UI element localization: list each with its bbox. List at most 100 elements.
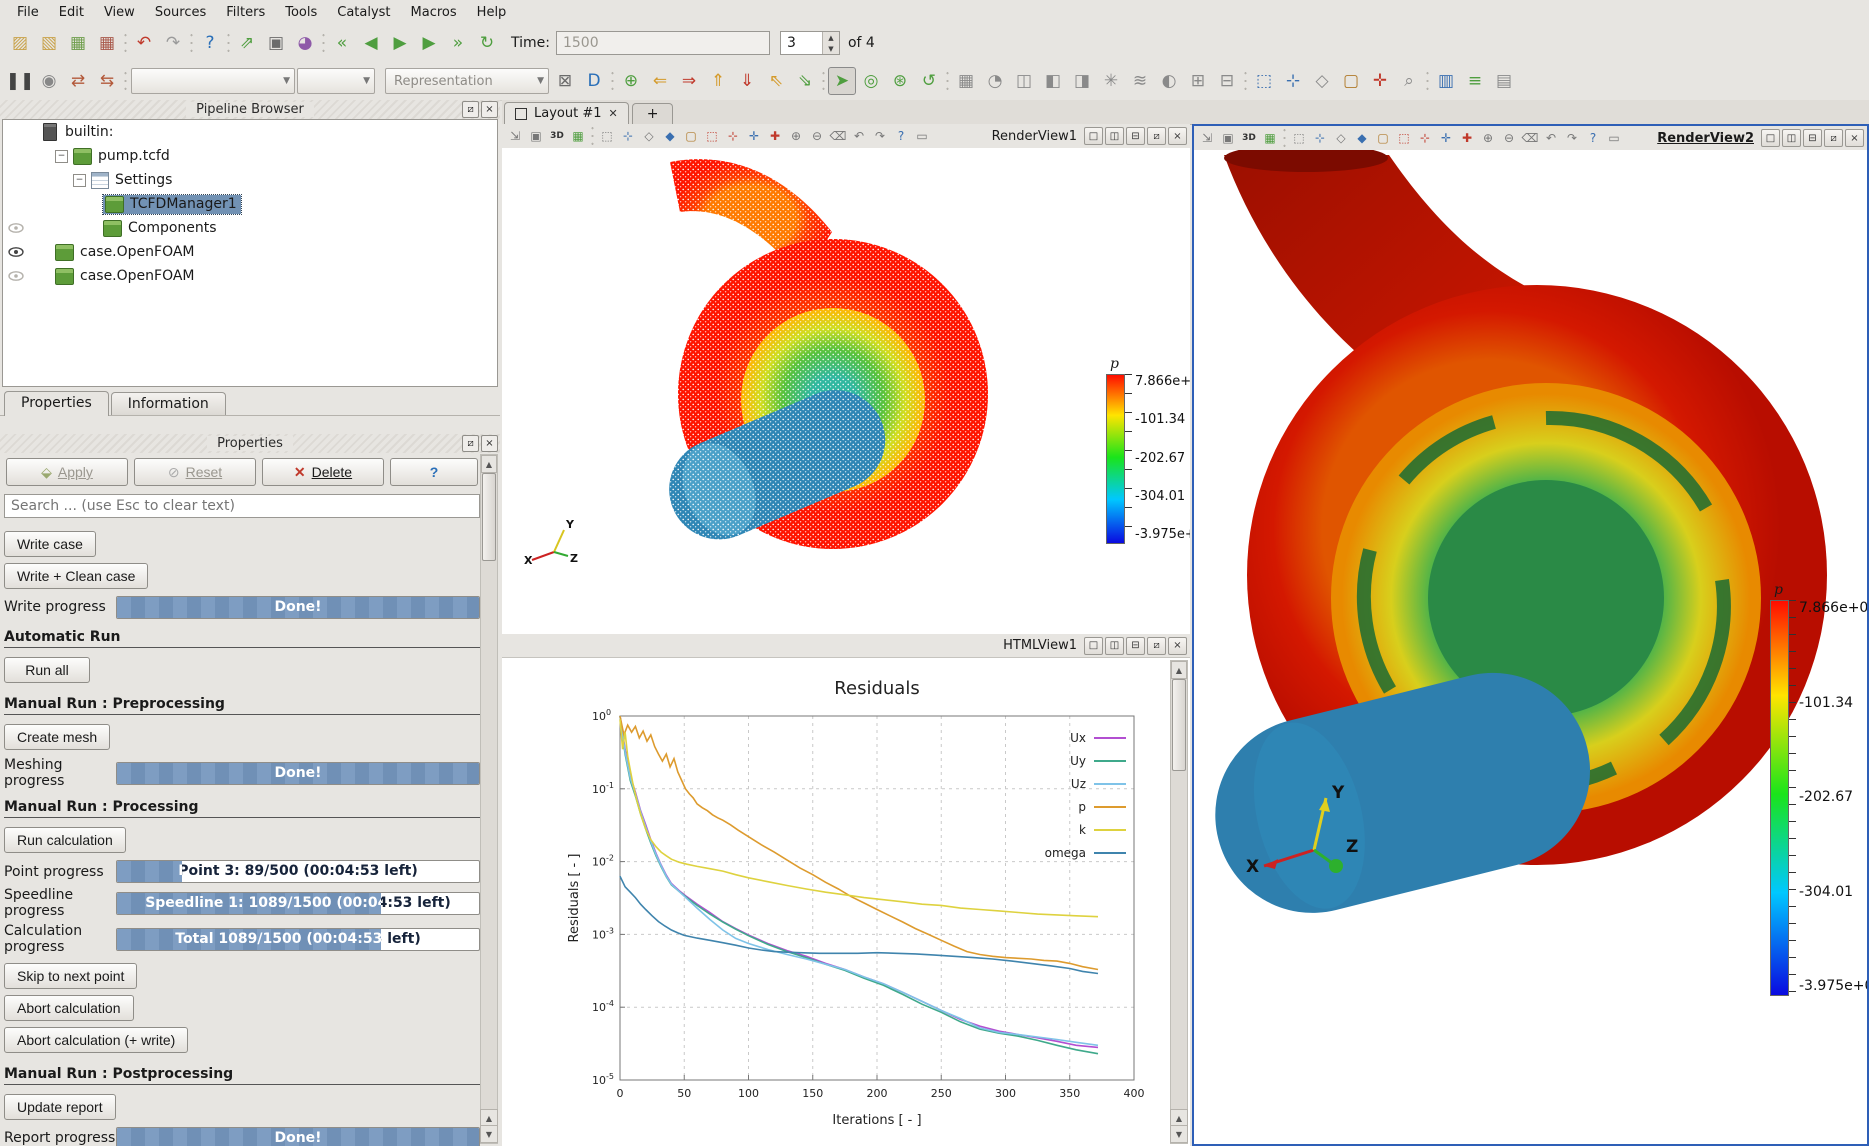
scrollbar-thumb[interactable] — [482, 473, 496, 561]
frame-spinbox[interactable]: 3 ▲▼ — [780, 31, 840, 55]
extract-icon[interactable]: ⊟ — [1213, 67, 1241, 95]
properties-scrollbar[interactable]: ▲ ▲ ▼ — [480, 454, 498, 1144]
connect-icon[interactable]: ◉ — [35, 67, 63, 95]
question-icon[interactable]: ? — [891, 126, 911, 146]
show-center-icon[interactable]: ⊛ — [886, 67, 914, 95]
delete-button[interactable]: ✕Delete — [262, 458, 384, 486]
pipeline-browser-titlebar[interactable]: Pipeline Browser ⧄ × — [0, 100, 500, 119]
write-clean-case-button[interactable]: Write + Clean case — [4, 563, 148, 589]
export-scene-icon[interactable]: ⇲ — [505, 126, 525, 146]
run-calculation-button[interactable]: Run calculation — [4, 827, 126, 853]
spreadsheet-icon[interactable]: ▦ — [952, 67, 980, 95]
interactive-select-cells-icon[interactable]: ⬚ — [702, 126, 722, 146]
reset-center-icon[interactable]: ◎ — [857, 67, 885, 95]
representation-combo[interactable]: Representation▼ — [385, 68, 549, 94]
question-icon[interactable]: ? — [1583, 128, 1603, 148]
tree-row-case-openfoam-1[interactable]: case.OpenFOAM — [3, 240, 497, 264]
first-frame-icon[interactable]: « — [328, 29, 356, 57]
color-by-combo[interactable]: ▼ — [131, 68, 295, 94]
play-icon[interactable]: ▶ — [386, 29, 414, 57]
vcr-toolbar-icon[interactable]: ⇆ — [93, 67, 121, 95]
tree-row-pump-tcfd[interactable]: − pump.tcfd — [3, 144, 497, 168]
save-state-icon[interactable]: ▦ — [93, 29, 121, 57]
apply-button[interactable]: ⬙Apply — [6, 458, 128, 486]
time-input[interactable]: 1500 — [556, 31, 770, 55]
capture-screenshot-icon[interactable]: ▣ — [1218, 128, 1238, 148]
capture-screenshot-icon[interactable]: ▣ — [526, 126, 546, 146]
help-button[interactable]: ? — [390, 458, 478, 486]
split-horizontal-icon[interactable]: ◫ — [1105, 637, 1124, 655]
select-frustum-cells-icon[interactable]: ◇ — [639, 126, 659, 146]
render-view-2[interactable]: X Y Z p 7.866e+0 -101.34 — [1194, 150, 1867, 1144]
favorites-icon[interactable]: ⇄ — [64, 67, 92, 95]
set-view-minus-y-icon[interactable]: ⇓ — [733, 67, 761, 95]
eye-icon[interactable] — [8, 223, 24, 233]
camera-redo-icon[interactable]: ↷ — [870, 126, 890, 146]
select-block-icon[interactable]: ▢ — [1337, 67, 1365, 95]
collapse-icon[interactable]: − — [55, 150, 68, 163]
select-blocks-icon[interactable]: ▢ — [681, 126, 701, 146]
hover-cells-icon[interactable]: ✛ — [1436, 128, 1456, 148]
separate-color-map-icon[interactable]: ▤ — [1490, 67, 1518, 95]
screenshot-icon[interactable]: ▣ — [262, 29, 290, 57]
set-view-plus-z-icon[interactable]: ⇖ — [762, 67, 790, 95]
select-surface-points-icon[interactable]: ⊹ — [618, 126, 638, 146]
split-vertical-icon[interactable]: ⊟ — [1803, 129, 1822, 147]
popout-view-icon[interactable]: ⧄ — [1824, 129, 1843, 147]
toggle-3d-icon[interactable]: 3D — [547, 126, 567, 146]
close-layout-icon[interactable]: ✕ — [609, 107, 618, 120]
scrollbar-thumb[interactable] — [1172, 679, 1186, 771]
interactive-select-points-icon[interactable]: ⊹ — [723, 126, 743, 146]
stream-tracer-icon[interactable]: ≋ — [1126, 67, 1154, 95]
split-horizontal-icon[interactable]: ◫ — [1105, 127, 1124, 145]
scroll-down-icon[interactable]: ▼ — [1170, 1125, 1188, 1143]
camera-redo-icon[interactable]: ↷ — [1562, 128, 1582, 148]
maximize-view-icon[interactable]: □ — [1761, 129, 1780, 147]
color-palette-icon[interactable]: ◕ — [291, 29, 319, 57]
set-view-minus-x-icon[interactable]: ⇒ — [675, 67, 703, 95]
reset-camera-icon[interactable]: ↺ — [915, 67, 943, 95]
open-file-icon[interactable]: ▨ — [6, 29, 34, 57]
close-view-icon[interactable]: × — [1168, 127, 1187, 145]
save-data-icon[interactable]: ▧ — [35, 29, 63, 57]
tree-row-components[interactable]: Components — [3, 216, 497, 240]
clear-selection-icon[interactable]: ⌫ — [1520, 128, 1540, 148]
contour-icon[interactable]: ◧ — [1039, 67, 1067, 95]
write-case-button[interactable]: Write case — [4, 531, 96, 557]
collapse-icon[interactable]: − — [73, 174, 86, 187]
maximize-view-icon[interactable]: □ — [1084, 637, 1103, 655]
shrink-selection-icon[interactable]: ⊖ — [1499, 128, 1519, 148]
search-input[interactable] — [4, 494, 480, 518]
background-icon[interactable]: ▦ — [568, 126, 588, 146]
scroll-down-icon[interactable]: ▼ — [480, 1125, 498, 1143]
menu-catalyst[interactable]: Catalyst — [328, 3, 399, 22]
close-view-icon[interactable]: × — [1168, 637, 1187, 655]
htmlview-scrollbar[interactable]: ▲ ▲ ▼ — [1170, 660, 1188, 1144]
menu-filters[interactable]: Filters — [217, 3, 274, 22]
render-view-1[interactable]: X Y Z p 7.866e+00 -101.34 -202.67 — [502, 148, 1190, 634]
update-report-button[interactable]: Update report — [4, 1094, 116, 1120]
color-legend-icon[interactable]: ▥ — [1432, 67, 1460, 95]
eye-icon[interactable] — [8, 271, 24, 281]
hover-points-icon[interactable]: ✚ — [765, 126, 785, 146]
maximize-view-icon[interactable]: □ — [1084, 127, 1103, 145]
tree-row-settings[interactable]: − Settings — [3, 168, 497, 192]
close-panel-icon[interactable]: × — [481, 101, 498, 118]
component-combo[interactable]: ▼ — [297, 68, 375, 94]
skip-to-next-point-button[interactable]: Skip to next point — [4, 963, 137, 989]
edit-color-map-icon[interactable]: ≡ — [1461, 67, 1489, 95]
pick-center-icon[interactable]: ➤ — [828, 67, 856, 95]
run-all-button[interactable]: Run all — [4, 657, 90, 683]
menu-edit[interactable]: Edit — [50, 3, 93, 22]
frame-up-icon[interactable]: ▲ — [823, 32, 839, 43]
tree-row-tcfdmanager1[interactable]: TCFDManager1 — [3, 192, 497, 216]
toggle-3d-icon[interactable]: 3D — [1239, 128, 1259, 148]
undo-icon[interactable]: ↶ — [130, 29, 158, 57]
split-vertical-icon[interactable]: ⊟ — [1126, 127, 1145, 145]
tree-row-builtin[interactable]: builtin: — [3, 120, 497, 144]
pause-icon[interactable]: ❚❚ — [6, 67, 34, 95]
menu-help[interactable]: Help — [468, 3, 516, 22]
select-surface-cells-icon[interactable]: ⬚ — [1289, 128, 1309, 148]
hover-points-icon[interactable]: ✚ — [1457, 128, 1477, 148]
select-surface-cells-icon[interactable]: ⬚ — [597, 126, 617, 146]
